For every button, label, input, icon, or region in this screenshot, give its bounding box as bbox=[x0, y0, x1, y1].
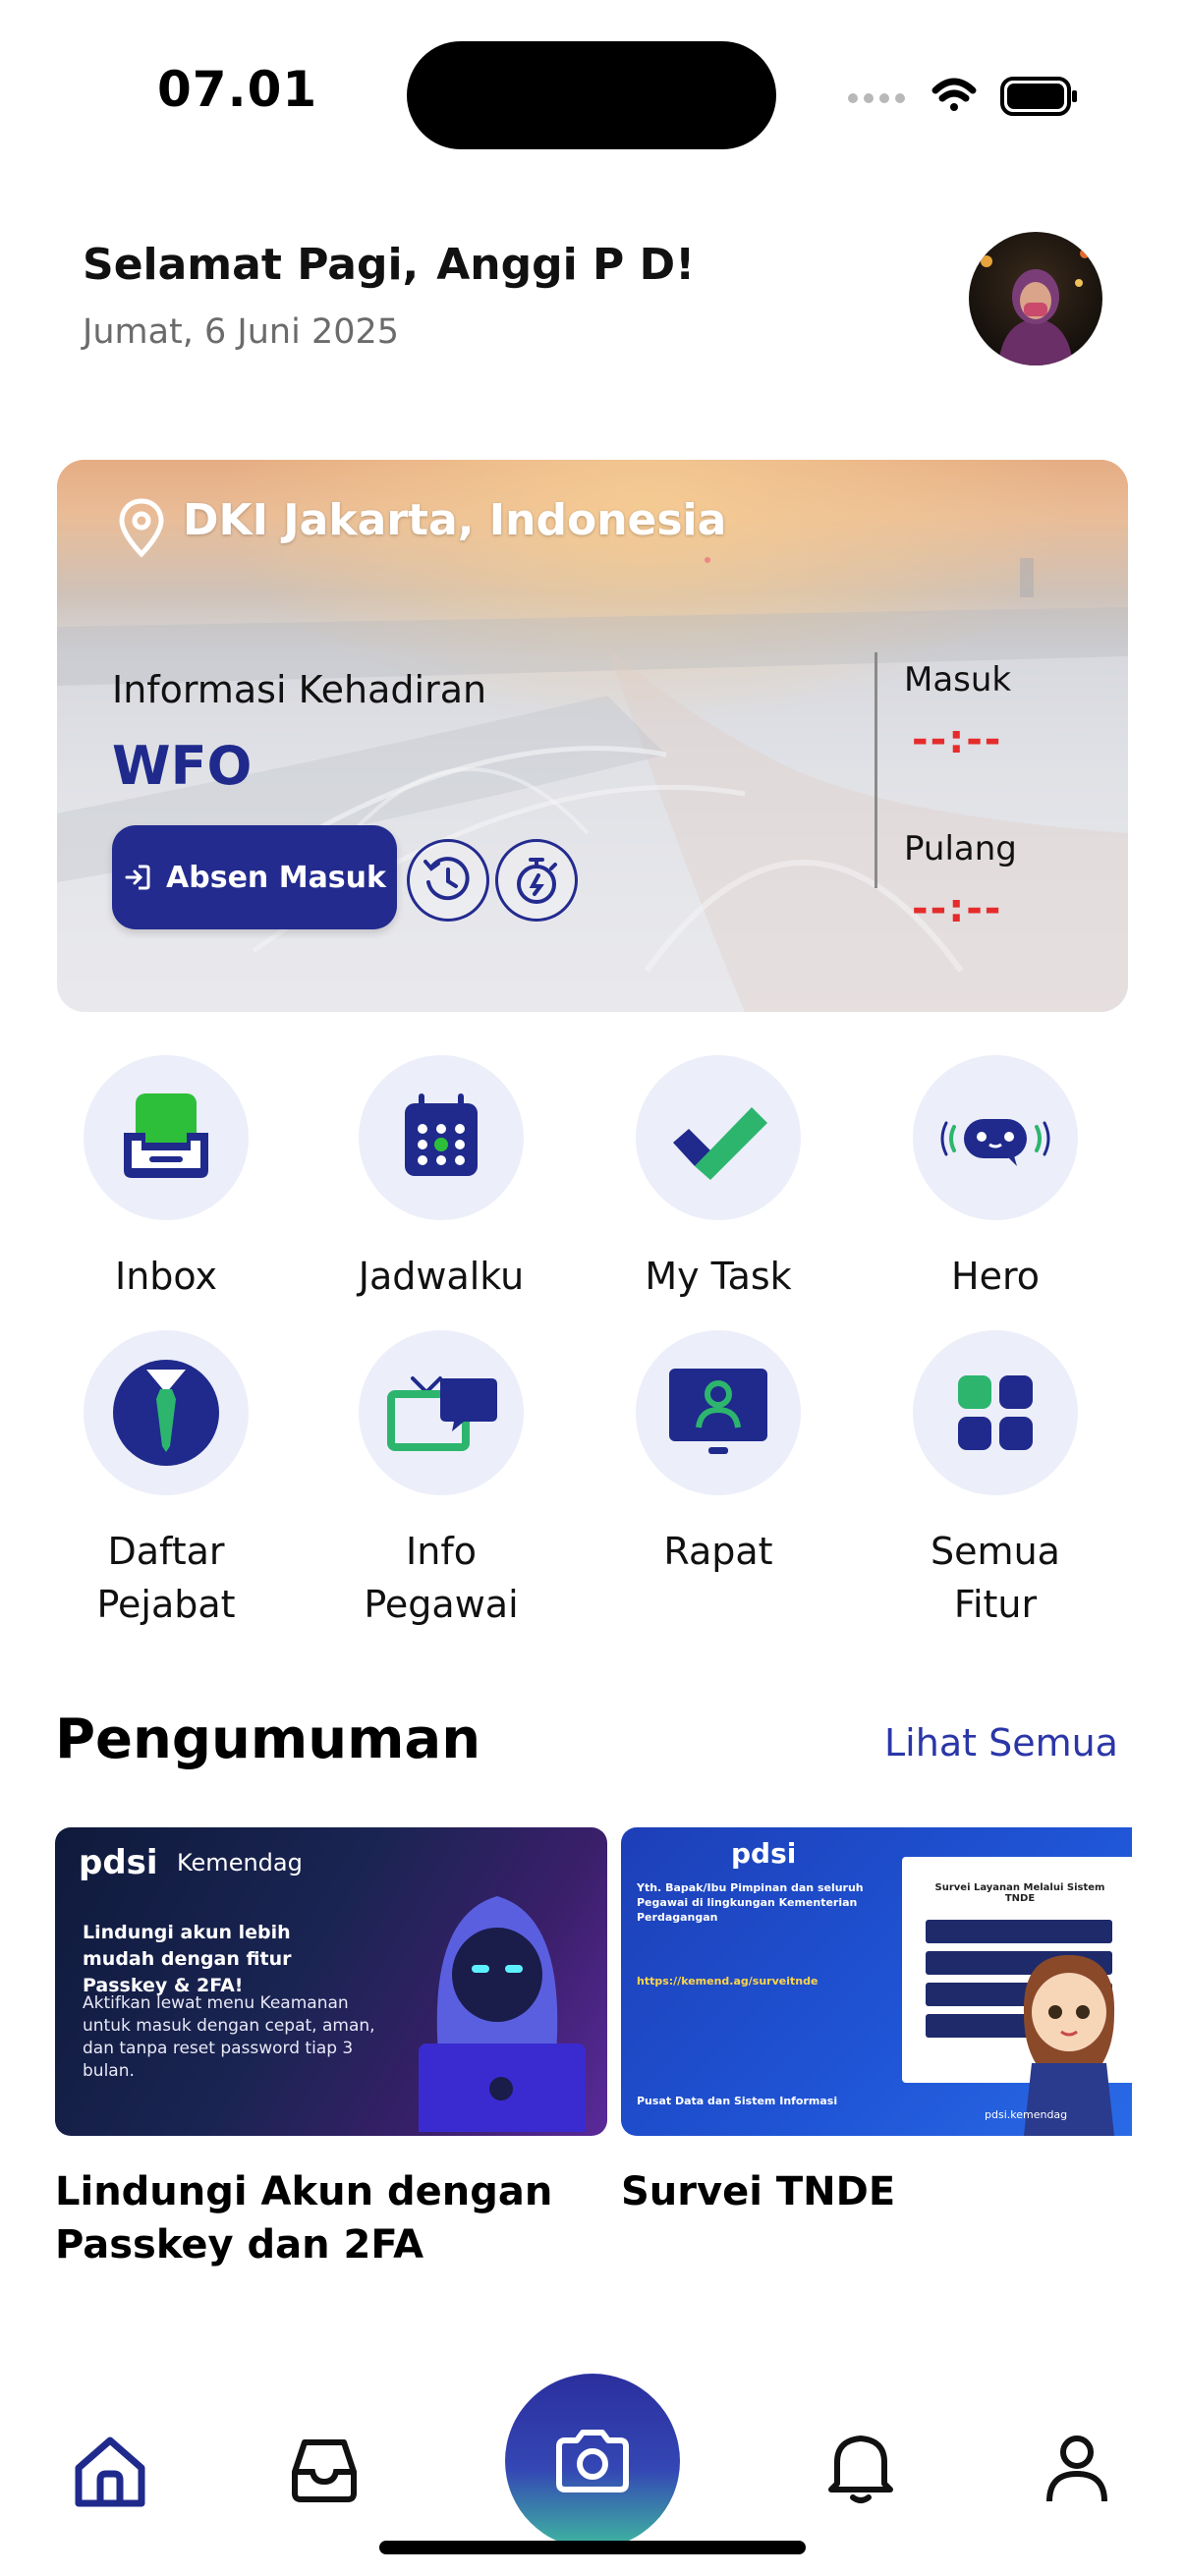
menu-icon-circle bbox=[84, 1330, 249, 1495]
mascot-illustration bbox=[1023, 1955, 1115, 2136]
banner-body: Aktifkan lewat menu Keamanan untuk masuk… bbox=[83, 1993, 375, 2081]
battery-icon bbox=[1000, 77, 1077, 116]
menu-icon-circle bbox=[359, 1055, 524, 1220]
menu-label: Rapat bbox=[663, 1530, 773, 1573]
checkin-button[interactable]: Absen Masuk bbox=[112, 825, 397, 929]
announcement-caption[interactable]: Lindungi Akun dengan Passkey dan 2FA bbox=[55, 2165, 605, 2271]
attendance-card: DKI Jakarta, Indonesia Informasi Kehadir… bbox=[57, 460, 1128, 1012]
user-name: Anggi P D! bbox=[436, 240, 696, 290]
dynamic-island bbox=[407, 41, 776, 149]
work-mode: WFO bbox=[112, 735, 253, 797]
check-icon bbox=[673, 1107, 767, 1180]
monitor-user-icon bbox=[669, 1369, 767, 1454]
menu-label: Semua Fitur bbox=[931, 1530, 1060, 1626]
checkout-time-value: --:-- bbox=[912, 886, 1003, 931]
instagram-tag: pdsi.kemendag bbox=[985, 2108, 1068, 2121]
location-pin-icon bbox=[119, 498, 164, 558]
user-icon[interactable] bbox=[1038, 2429, 1116, 2507]
signal-icon bbox=[848, 93, 905, 103]
location-text: DKI Jakarta, Indonesia bbox=[183, 495, 727, 545]
banner-footer: Pusat Data dan Sistem Informasi bbox=[637, 2095, 838, 2107]
overtime-button[interactable] bbox=[495, 839, 578, 922]
greeting-text: Selamat Pagi, bbox=[83, 240, 420, 290]
menu-label: Hero bbox=[951, 1255, 1040, 1298]
hooded-robot-illustration bbox=[419, 1896, 586, 2132]
inbox-icon bbox=[124, 1093, 208, 1178]
camera-button[interactable] bbox=[505, 2374, 680, 2548]
checkin-time-label: Masuk bbox=[904, 660, 1012, 700]
menu-item-rapat[interactable]: Rapat bbox=[580, 1330, 857, 1578]
avatar[interactable] bbox=[969, 232, 1102, 365]
home-indicator bbox=[379, 2541, 806, 2554]
home-icon[interactable] bbox=[71, 2433, 149, 2511]
banner-heading: Yth. Bapak/Ibu Pimpinan dan seluruh Pega… bbox=[637, 1881, 864, 1924]
survey-link: https://kemend.ag/surveitnde bbox=[637, 1975, 818, 1988]
wifi-icon bbox=[931, 78, 977, 111]
history-button[interactable] bbox=[407, 839, 489, 922]
bot-icon bbox=[940, 1119, 1050, 1166]
menu-icon-circle bbox=[913, 1055, 1078, 1220]
status-time: 07.01 bbox=[157, 61, 318, 118]
menu-item-my-task[interactable]: My Task bbox=[580, 1055, 857, 1303]
officer-icon bbox=[113, 1360, 219, 1466]
menu-item-daftar-pejabat[interactable]: Daftar Pejabat bbox=[28, 1330, 305, 1631]
menu-label: Jadwalku bbox=[358, 1255, 525, 1298]
see-all-link[interactable]: Lihat Semua bbox=[884, 1721, 1118, 1764]
pdsi-logo: pdsi bbox=[79, 1843, 158, 1882]
history-icon bbox=[423, 857, 470, 901]
tray-icon[interactable] bbox=[285, 2429, 364, 2507]
menu-label: Inbox bbox=[115, 1255, 217, 1298]
checkin-button-label: Absen Masuk bbox=[166, 860, 386, 895]
announcement-card-passkey[interactable]: pdsi Kemendag Lindungi akun lebih mudah … bbox=[55, 1827, 607, 2136]
checkout-time-label: Pulang bbox=[904, 829, 1017, 868]
camera-icon bbox=[556, 2430, 629, 2492]
checkin-time-value: --:-- bbox=[912, 717, 1003, 762]
pdsi-logo: pdsi bbox=[731, 1837, 797, 1870]
banner-headline: Lindungi akun lebih mudah dengan fitur P… bbox=[83, 1922, 292, 1996]
survey-panel-title: Survei Layanan Melalui Sistem TNDE bbox=[934, 1882, 1105, 1904]
login-arrow-icon bbox=[125, 865, 150, 890]
menu-item-info-pegawai[interactable]: Info Pegawai bbox=[303, 1330, 580, 1631]
menu-icon-circle bbox=[636, 1055, 801, 1220]
bell-icon[interactable] bbox=[821, 2427, 900, 2505]
tv-chat-icon bbox=[387, 1376, 497, 1451]
attendance-info-label: Informasi Kehadiran bbox=[112, 668, 487, 711]
menu-item-jadwalku[interactable]: Jadwalku bbox=[303, 1055, 580, 1303]
menu-icon-circle bbox=[84, 1055, 249, 1220]
stopwatch-icon bbox=[517, 858, 557, 904]
announcement-caption[interactable]: Survei TNDE bbox=[621, 2165, 1132, 2218]
announcement-card-tnde[interactable]: pdsi Yth. Bapak/Ibu Pimpinan dan seluruh… bbox=[621, 1827, 1132, 2136]
announcements-title: Pengumuman bbox=[55, 1708, 481, 1771]
calendar-icon bbox=[405, 1093, 478, 1176]
current-date: Jumat, 6 Juni 2025 bbox=[83, 312, 400, 352]
menu-label: My Task bbox=[645, 1255, 792, 1298]
menu-label: Info Pegawai bbox=[364, 1530, 519, 1626]
grid-icon bbox=[958, 1375, 1033, 1450]
menu-item-hero[interactable]: Hero bbox=[857, 1055, 1134, 1303]
status-icons bbox=[848, 77, 1077, 116]
menu-label: Daftar Pejabat bbox=[96, 1530, 236, 1626]
kemendag-logo: Kemendag bbox=[177, 1849, 303, 1876]
card-divider bbox=[875, 652, 877, 888]
menu-icon-circle bbox=[359, 1330, 524, 1495]
menu-item-inbox[interactable]: Inbox bbox=[28, 1055, 305, 1303]
menu-item-semua-fitur[interactable]: Semua Fitur bbox=[857, 1330, 1134, 1631]
greeting: Selamat Pagi, Anggi P D! bbox=[83, 240, 695, 290]
menu-icon-circle bbox=[636, 1330, 801, 1495]
menu-icon-circle bbox=[913, 1330, 1078, 1495]
